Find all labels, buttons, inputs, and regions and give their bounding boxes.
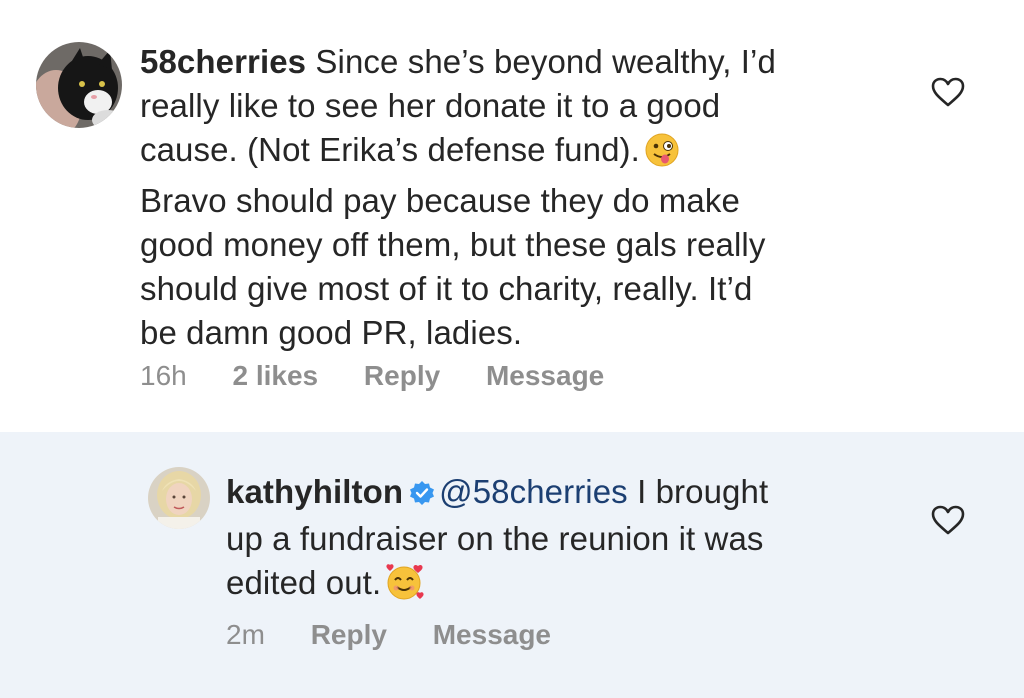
verified-badge-icon: [409, 473, 435, 517]
comment-line: Since she’s beyond wealthy, I’d: [315, 43, 776, 80]
comment-line: up a fundraiser on the reunion it was: [226, 520, 764, 557]
comment-line: I brought: [627, 473, 769, 510]
comment-kathyhilton: kathyhilton @58cherries I brought up a f…: [0, 432, 1024, 698]
comment-line: be damn good PR, ladies.: [140, 314, 523, 351]
comment-line: cause. (Not Erika’s defense fund).: [140, 131, 640, 168]
person-avatar-icon: [148, 467, 210, 529]
comment-line: Bravo should pay because they do make: [140, 182, 740, 219]
timestamp: 16h: [140, 360, 187, 391]
message-button[interactable]: Message: [433, 619, 551, 650]
comment-line: good money off them, but these gals real…: [140, 226, 766, 263]
comment-meta: 16h 2 likes Reply Message: [140, 360, 642, 392]
heart-outline-icon: [931, 505, 965, 535]
comment-line: really like to see her donate it to a go…: [140, 87, 721, 124]
like-button[interactable]: [930, 76, 966, 113]
cat-avatar-icon: [36, 42, 122, 128]
mention-link[interactable]: @58cherries: [439, 473, 628, 510]
username[interactable]: kathyhilton: [226, 473, 403, 510]
heart-outline-icon: [931, 77, 965, 107]
user-avatar[interactable]: [36, 42, 122, 128]
smiling-face-with-hearts-icon: [385, 563, 425, 612]
reply-button[interactable]: Reply: [311, 619, 387, 650]
reply-button[interactable]: Reply: [364, 360, 440, 391]
comment-line: edited out.: [226, 564, 382, 601]
comment-58cherries: 58cherries Since she’s beyond wealthy, I…: [0, 0, 1024, 432]
timestamp: 2m: [226, 619, 265, 650]
comment-meta: 2m Reply Message: [226, 619, 589, 651]
comment-text: 58cherries Since she’s beyond wealthy, I…: [140, 40, 880, 355]
username[interactable]: 58cherries: [140, 43, 306, 80]
likes-count[interactable]: 2 likes: [233, 360, 319, 391]
user-avatar[interactable]: [148, 467, 210, 529]
winking-face-with-tongue-icon: [644, 132, 680, 179]
comment-text: kathyhilton @58cherries I brought up a f…: [226, 470, 886, 612]
message-button[interactable]: Message: [486, 360, 604, 391]
like-button[interactable]: [930, 504, 966, 541]
comment-line: should give most of it to charity, reall…: [140, 270, 753, 307]
